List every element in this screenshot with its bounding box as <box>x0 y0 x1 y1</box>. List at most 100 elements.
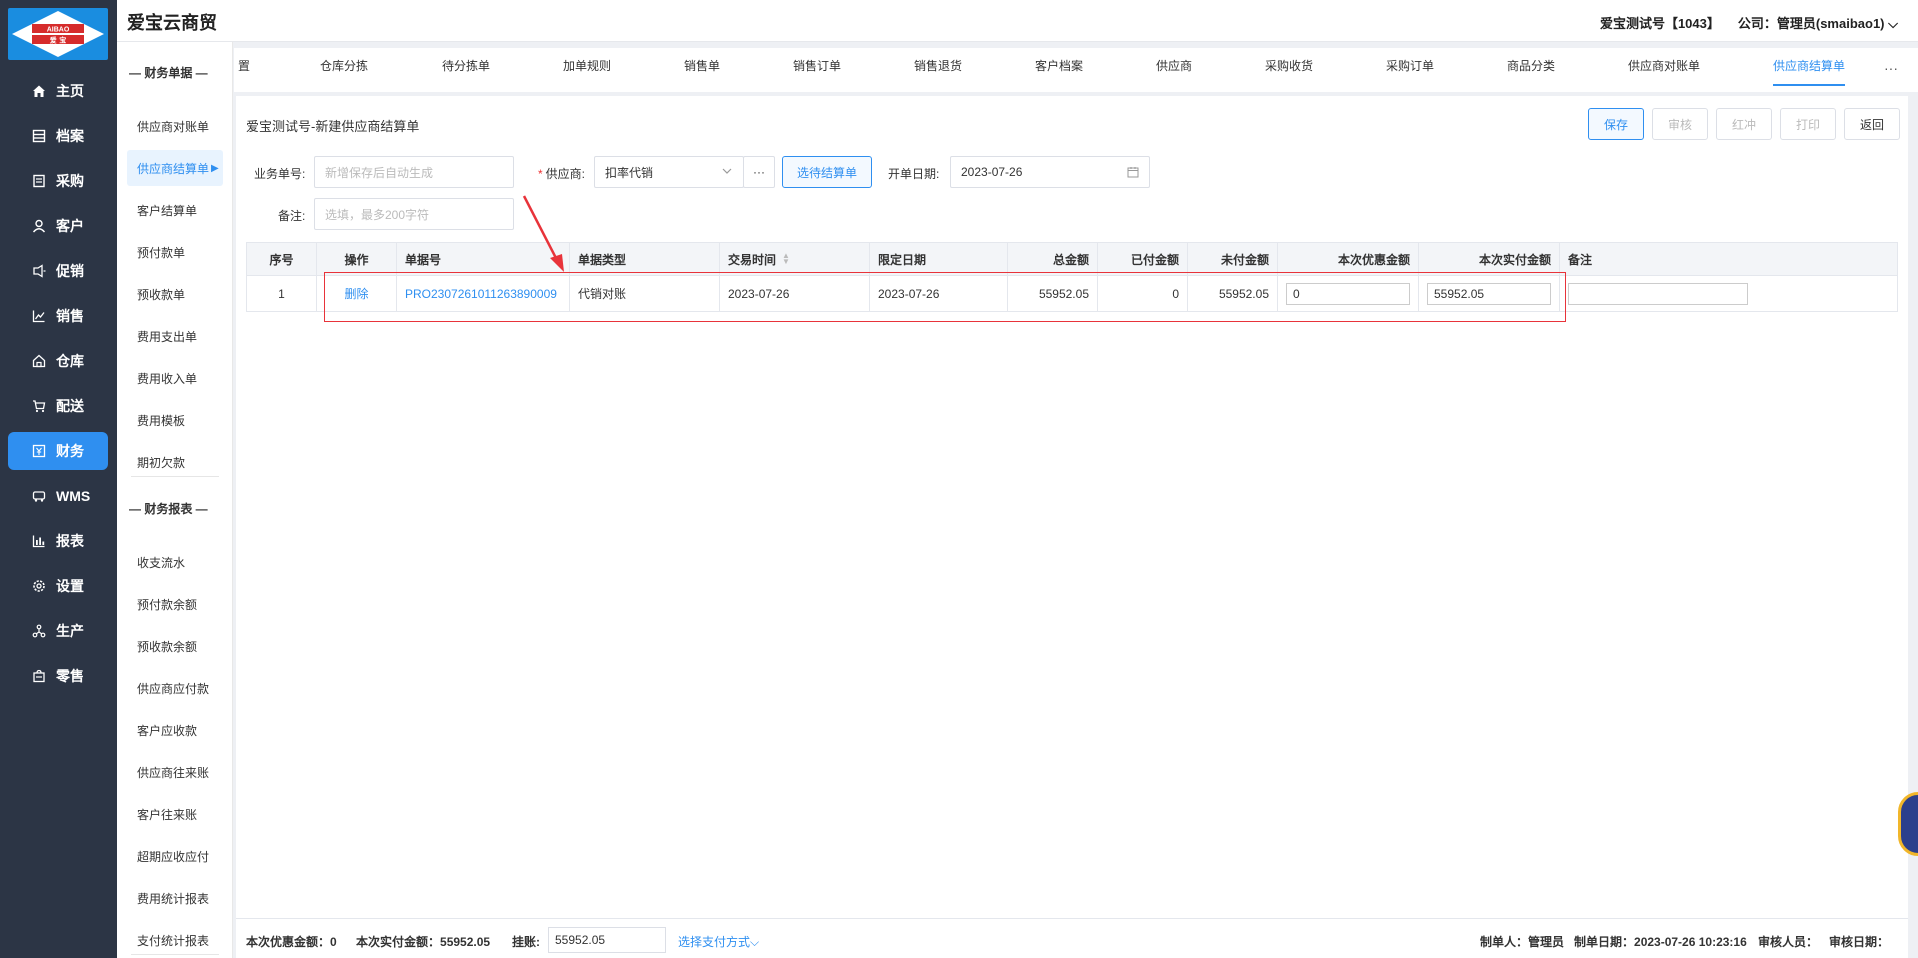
subnav-opening-debt[interactable]: 期初欠款 <box>127 444 223 480</box>
footer-account-input[interactable]: 55952.05 <box>548 927 666 953</box>
tab-sales-order[interactable]: 销售单 <box>684 48 720 92</box>
select-pay-method-link[interactable]: 选择支付方式⌵ <box>678 933 759 950</box>
nav-home[interactable]: 主页 <box>8 72 108 110</box>
cell-doc-type: 代销对账 <box>570 276 720 311</box>
save-button[interactable]: 保存 <box>1588 108 1644 140</box>
tab-settings-partial[interactable]: 置 <box>238 48 250 92</box>
tab-sales-booking[interactable]: 销售订单 <box>793 48 841 92</box>
calendar-icon <box>1127 166 1139 181</box>
footer-make-date: 制单日期：2023-07-26 10:23:16 <box>1574 933 1747 950</box>
subnav-expense-report[interactable]: 费用统计报表 <box>127 880 223 916</box>
tab-product-category[interactable]: 商品分类 <box>1507 48 1555 92</box>
warehouse-icon <box>30 352 48 370</box>
tab-supplier[interactable]: 供应商 <box>1156 48 1192 92</box>
subnav-customer-settlement[interactable]: 客户结算单 <box>127 192 223 228</box>
cell-total: 55952.05 <box>1008 276 1098 311</box>
nav-label: 配送 <box>56 398 84 414</box>
subnav-expense-out[interactable]: 费用支出单 <box>127 318 223 354</box>
tabs-more-icon[interactable]: ··· <box>1884 60 1898 76</box>
nav-delivery[interactable]: 配送 <box>8 387 108 425</box>
doc-no-link[interactable]: PRO2307261011263890009 <box>405 287 557 301</box>
subnav-supplier-settlement[interactable]: 供应商结算单 ▶ <box>127 150 223 186</box>
subnav-advance-receipt[interactable]: 预收款单 <box>127 276 223 312</box>
subnav-overdue[interactable]: 超期应收应付 <box>127 838 223 874</box>
supplier-more-button[interactable]: ··· <box>743 156 775 188</box>
subnav-supplier-statement[interactable]: 供应商对账单 <box>127 108 223 144</box>
print-button[interactable]: 打印 <box>1780 108 1836 140</box>
subnav-customer-ledger[interactable]: 客户往来账 <box>127 796 223 832</box>
bag-icon <box>30 667 48 685</box>
tab-purchase-order[interactable]: 采购订单 <box>1386 48 1434 92</box>
nav-warehouse[interactable]: 仓库 <box>8 342 108 380</box>
col-doc-type: 单据类型 <box>570 243 720 275</box>
nav-label: 设置 <box>56 578 84 594</box>
tab-customer-archive[interactable]: 客户档案 <box>1035 48 1083 92</box>
nav-label: WMS <box>56 488 91 504</box>
footer-account-label: 挂账: <box>512 935 540 949</box>
col-pay-now: 本次实付金额 <box>1419 243 1560 275</box>
tag-icon <box>30 262 48 280</box>
company-menu[interactable]: 公司：管理员(smaibao1) ⌵ <box>1738 13 1898 32</box>
red-reverse-button[interactable]: 红冲 <box>1716 108 1772 140</box>
subnav-payment-report[interactable]: 支付统计报表 <box>127 922 223 958</box>
production-icon <box>30 622 48 640</box>
nav-production[interactable]: 生产 <box>8 612 108 650</box>
subnav-supplier-payable[interactable]: 供应商应付款 <box>127 670 223 706</box>
subnav-expense-in[interactable]: 费用收入单 <box>127 360 223 396</box>
select-pending-button[interactable]: 选待结算单 <box>782 156 872 188</box>
nav-retail[interactable]: 零售 <box>8 657 108 695</box>
subnav-prepay-balance[interactable]: 预付款余额 <box>127 586 223 622</box>
finance-subnav: — 财务单据 — 供应商对账单 供应商结算单 ▶ 客户结算单 预付款单 预收款单 … <box>117 42 233 958</box>
subnav-supplier-ledger[interactable]: 供应商往来账 <box>127 754 223 790</box>
nav-wms[interactable]: WMS <box>8 477 108 515</box>
col-trade-time-label: 交易时间 <box>728 252 777 267</box>
row-remark-input[interactable] <box>1568 282 1748 305</box>
nav-label: 主页 <box>56 83 84 99</box>
subnav-cash-flow[interactable]: 收支流水 <box>127 544 223 580</box>
subnav-expense-template[interactable]: 费用模板 <box>127 402 223 438</box>
remark-input[interactable]: 选填，最多200字符 <box>314 198 514 230</box>
user-icon <box>30 217 48 235</box>
tab-warehouse-picking[interactable]: 仓库分拣 <box>320 48 368 92</box>
tab-purchase-receipt[interactable]: 采购收货 <box>1265 48 1313 92</box>
delete-link[interactable]: 删除 <box>344 285 368 302</box>
sort-icon[interactable]: ▲ ▼ <box>782 252 790 266</box>
remark-label: 备注: <box>278 209 306 223</box>
nav-customer[interactable]: 客户 <box>8 207 108 245</box>
doc-no-input[interactable]: 新增保存后自动生成 <box>314 156 514 188</box>
tab-sales-return[interactable]: 销售退货 <box>914 48 962 92</box>
nav-purchase[interactable]: 采购 <box>8 162 108 200</box>
subnav-group-reports: — 财务报表 — <box>129 502 208 516</box>
nav-settings[interactable]: 设置 <box>8 567 108 605</box>
supplier-value: 扣率代销 <box>605 165 654 180</box>
tab-add-order-rule[interactable]: 加单规则 <box>563 48 611 92</box>
footer-audit-date: 审核日期： <box>1829 935 1890 949</box>
supplier-select[interactable]: 扣率代销 <box>594 156 744 188</box>
back-button[interactable]: 返回 <box>1844 108 1900 140</box>
tab-supplier-settlement[interactable]: 供应商结算单 <box>1773 48 1846 92</box>
col-trade-time[interactable]: 交易时间 ▲ ▼ <box>720 243 870 275</box>
open-date-input[interactable]: 2023-07-26 <box>950 156 1150 188</box>
col-paid: 已付金额 <box>1098 243 1188 275</box>
nav-report[interactable]: 报表 <box>8 522 108 560</box>
discount-input[interactable]: 0 <box>1286 282 1410 305</box>
cell-action: 删除 <box>317 276 397 311</box>
nav-finance[interactable]: 财务 <box>8 432 108 470</box>
nav-sales[interactable]: 销售 <box>8 297 108 335</box>
nav-promotion[interactable]: 促销 <box>8 252 108 290</box>
account-name[interactable]: 爱宝测试号【1043】 <box>1600 13 1720 32</box>
tab-supplier-statement[interactable]: 供应商对账单 <box>1628 48 1700 92</box>
page-tabs: 置 仓库分拣 待分拣单 加单规则 销售单 销售订单 销售退货 客户档案 供应商 … <box>234 48 1918 92</box>
aibao-logo[interactable]: AIBAO 爱 宝 <box>8 8 108 60</box>
nav-archive[interactable]: 档案 <box>8 117 108 155</box>
tab-pending-picking[interactable]: 待分拣单 <box>442 48 490 92</box>
subnav-advance-balance[interactable]: 预收款余额 <box>127 628 223 664</box>
pay-now-input[interactable]: 55952.05 <box>1427 282 1551 305</box>
subnav-customer-receivable[interactable]: 客户应收款 <box>127 712 223 748</box>
subnav-group-docs: — 财务单据 — <box>129 66 208 80</box>
audit-button[interactable]: 审核 <box>1652 108 1708 140</box>
nav-label: 零售 <box>56 668 84 684</box>
subnav-prepayment[interactable]: 预付款单 <box>127 234 223 270</box>
report-icon <box>30 532 48 550</box>
floating-assistant-icon[interactable] <box>1898 792 1918 856</box>
